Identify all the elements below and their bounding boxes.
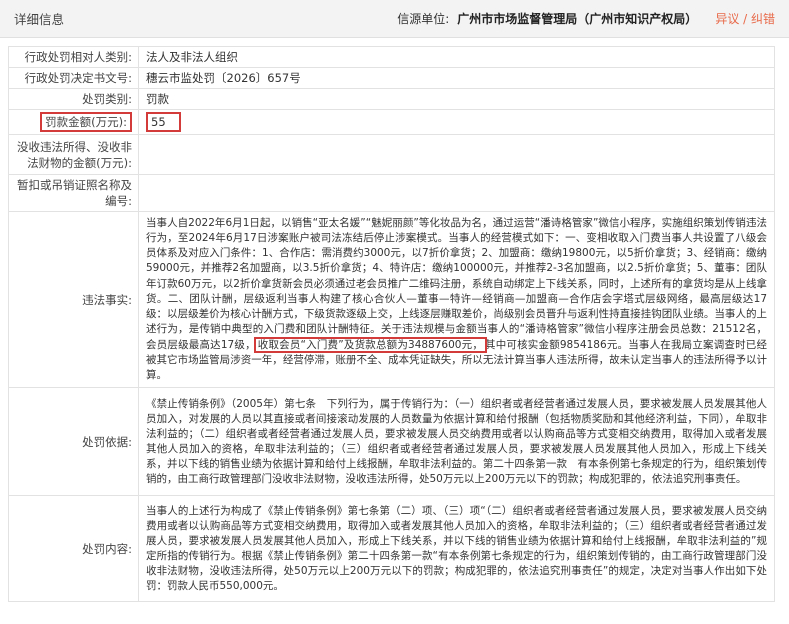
- content-label: 处罚内容:: [8, 495, 139, 602]
- fine-label: 罚款金额(万元):: [40, 112, 132, 132]
- header-title: 详细信息: [14, 12, 65, 27]
- header-right: 信源单位: 广州市市场监督管理局（广州市知识产权局） 异议 / 纠错: [397, 10, 775, 27]
- detail-header: 详细信息 信源单位: 广州市市场监督管理局（广州市知识产权局） 异议 / 纠错: [0, 0, 789, 38]
- row-doc-no: 行政处罚决定书文号: 穗云市监处罚〔2026〕657号: [8, 67, 775, 89]
- penalty-type-value: 罚款: [138, 88, 775, 110]
- row-suspend: 暂扣或吊销证照名称及编号:: [8, 174, 775, 212]
- row-penalty-type: 处罚类别: 罚款: [8, 88, 775, 110]
- row-fine: 罚款金额(万元): 55: [8, 109, 775, 135]
- row-party-type: 行政处罚相对人类别: 法人及非法人组织: [8, 46, 775, 68]
- row-content: 处罚内容: 当事人的上述行为构成了《禁止传销条例》第七条第（二）项、（三）项“（…: [8, 495, 775, 602]
- doc-no-value: 穗云市监处罚〔2026〕657号: [138, 67, 775, 89]
- row-confiscated: 没收违法所得、没收非法财物的金额(万元):: [8, 134, 775, 175]
- source-label: 信源单位:: [397, 12, 450, 26]
- row-basis: 处罚依据: 《禁止传销条例》（2005年）第七条 下列行为，属于传销行为：（一）…: [8, 387, 775, 496]
- confiscated-label: 没收违法所得、没收非法财物的金额(万元):: [8, 134, 139, 175]
- error-report-link[interactable]: 异议 / 纠错: [715, 10, 775, 27]
- facts-label: 违法事实:: [8, 211, 139, 388]
- row-facts: 违法事实: 当事人自2022年6月1日起，以销售“亚太名媛”“魅妮丽颜”等化妆品…: [8, 211, 775, 388]
- basis-label: 处罚依据:: [8, 387, 139, 496]
- facts-text-1: 当事人自2022年6月1日起，以销售“亚太名媛”“魅妮丽颜”等化妆品为名，通过运…: [146, 216, 767, 351]
- party-type-value: 法人及非法人组织: [138, 46, 775, 68]
- facts-highlight: 收取会员“入门费”及货款总额为34887600元，: [253, 336, 488, 353]
- confiscated-value: [138, 134, 775, 175]
- detail-table: 行政处罚相对人类别: 法人及非法人组织 行政处罚决定书文号: 穗云市监处罚〔20…: [8, 46, 775, 602]
- party-type-label: 行政处罚相对人类别:: [8, 46, 139, 68]
- suspend-value: [138, 174, 775, 212]
- suspend-label: 暂扣或吊销证照名称及编号:: [8, 174, 139, 212]
- penalty-type-label: 处罚类别:: [8, 88, 139, 110]
- detail-page: 详细信息 信源单位: 广州市市场监督管理局（广州市知识产权局） 异议 / 纠错 …: [0, 0, 789, 624]
- basis-value: 《禁止传销条例》（2005年）第七条 下列行为，属于传销行为：（一）组织者或者经…: [138, 387, 775, 496]
- doc-no-label: 行政处罚决定书文号:: [8, 67, 139, 89]
- source-org: 广州市市场监督管理局（广州市知识产权局）: [457, 12, 698, 26]
- fine-value: 55: [146, 112, 181, 132]
- content-value: 当事人的上述行为构成了《禁止传销条例》第七条第（二）项、（三）项“（二）组织者或…: [138, 495, 775, 602]
